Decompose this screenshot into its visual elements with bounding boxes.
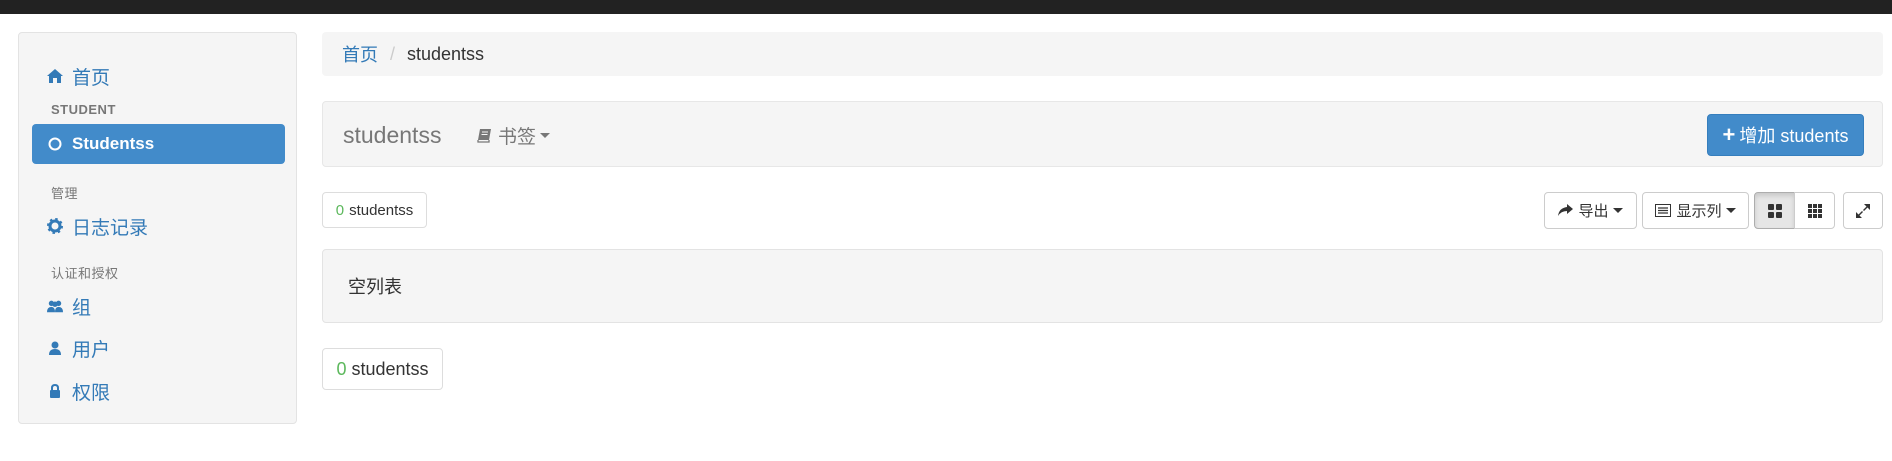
sidebar-item-label: Studentss bbox=[72, 134, 155, 153]
th-icon bbox=[1807, 203, 1822, 218]
empty-list-panel: 空列表 bbox=[322, 249, 1883, 323]
fullscreen-button[interactable] bbox=[1843, 192, 1883, 229]
result-count-top: 0 studentss bbox=[322, 192, 427, 228]
breadcrumb-current: studentss bbox=[407, 43, 485, 64]
grid-view-small-button[interactable] bbox=[1794, 192, 1835, 229]
export-label: 导出 bbox=[1578, 203, 1609, 220]
empty-list-text: 空列表 bbox=[348, 277, 402, 297]
columns-dropdown-button[interactable]: 显示列 bbox=[1642, 192, 1749, 229]
result-count-bottom: 0 studentss bbox=[322, 348, 443, 390]
grid-view-large-button[interactable] bbox=[1754, 192, 1795, 229]
sidebar-item-home[interactable]: 首页 bbox=[32, 56, 285, 96]
sidebar-item-label: 日志记录 bbox=[72, 217, 149, 239]
breadcrumb-separator: / bbox=[390, 43, 396, 64]
section-header-manage: 管理 bbox=[51, 186, 79, 201]
list-alt-icon bbox=[1655, 204, 1672, 217]
add-students-button[interactable]: + 增加 students bbox=[1707, 114, 1864, 156]
breadcrumb-home-link[interactable]: 首页 bbox=[342, 41, 378, 67]
sidebar-item-log[interactable]: 日志记录 bbox=[32, 206, 285, 246]
result-count-label: studentss bbox=[351, 358, 429, 379]
sidebar-item-permissions[interactable]: 权限 bbox=[32, 371, 285, 411]
sidebar-item-groups[interactable]: 组 bbox=[32, 286, 285, 326]
top-navbar bbox=[0, 0, 1892, 14]
chevron-down-icon bbox=[540, 133, 551, 138]
result-count-number: 0 bbox=[336, 358, 347, 379]
section-header-auth: 认证和授权 bbox=[51, 266, 119, 281]
page-title: studentss bbox=[343, 122, 442, 148]
sidebar-item-label: 组 bbox=[72, 297, 92, 319]
home-icon bbox=[47, 68, 63, 84]
user-icon bbox=[47, 340, 63, 356]
gear-icon bbox=[47, 218, 63, 234]
share-icon bbox=[1558, 204, 1574, 217]
bookmark-label: 书签 bbox=[498, 127, 537, 148]
chevron-down-icon bbox=[1612, 208, 1623, 213]
page-header: studentss 书签 + 增加 students bbox=[322, 101, 1883, 167]
sidebar-item-users[interactable]: 用户 bbox=[32, 328, 285, 368]
bookmark-dropdown[interactable]: 书签 bbox=[477, 122, 551, 149]
add-button-label: 增加 students bbox=[1739, 126, 1849, 146]
export-dropdown-button[interactable]: 导出 bbox=[1544, 192, 1637, 229]
sidebar-item-label: 用户 bbox=[72, 339, 111, 361]
breadcrumb: 首页 / studentss bbox=[322, 32, 1883, 76]
expand-icon bbox=[1856, 203, 1870, 218]
plus-icon: + bbox=[1722, 122, 1736, 147]
sidebar: 首页 STUDENT Studentss 管理 日志记录 认证和授权 组 用户 … bbox=[18, 32, 297, 424]
columns-label: 显示列 bbox=[1676, 203, 1722, 220]
th-large-icon bbox=[1767, 203, 1782, 218]
circle-icon bbox=[47, 136, 63, 152]
sidebar-item-studentss[interactable]: Studentss bbox=[32, 124, 285, 164]
book-icon bbox=[477, 128, 493, 143]
sidebar-item-label: 首页 bbox=[72, 67, 111, 89]
users-icon bbox=[47, 298, 63, 314]
lock-icon bbox=[47, 383, 63, 399]
chevron-down-icon bbox=[1725, 208, 1736, 213]
sidebar-item-label: 权限 bbox=[72, 382, 111, 404]
section-header-student: STUDENT bbox=[51, 102, 116, 117]
result-count-label: studentss bbox=[349, 201, 414, 219]
result-count-number: 0 bbox=[335, 201, 345, 219]
